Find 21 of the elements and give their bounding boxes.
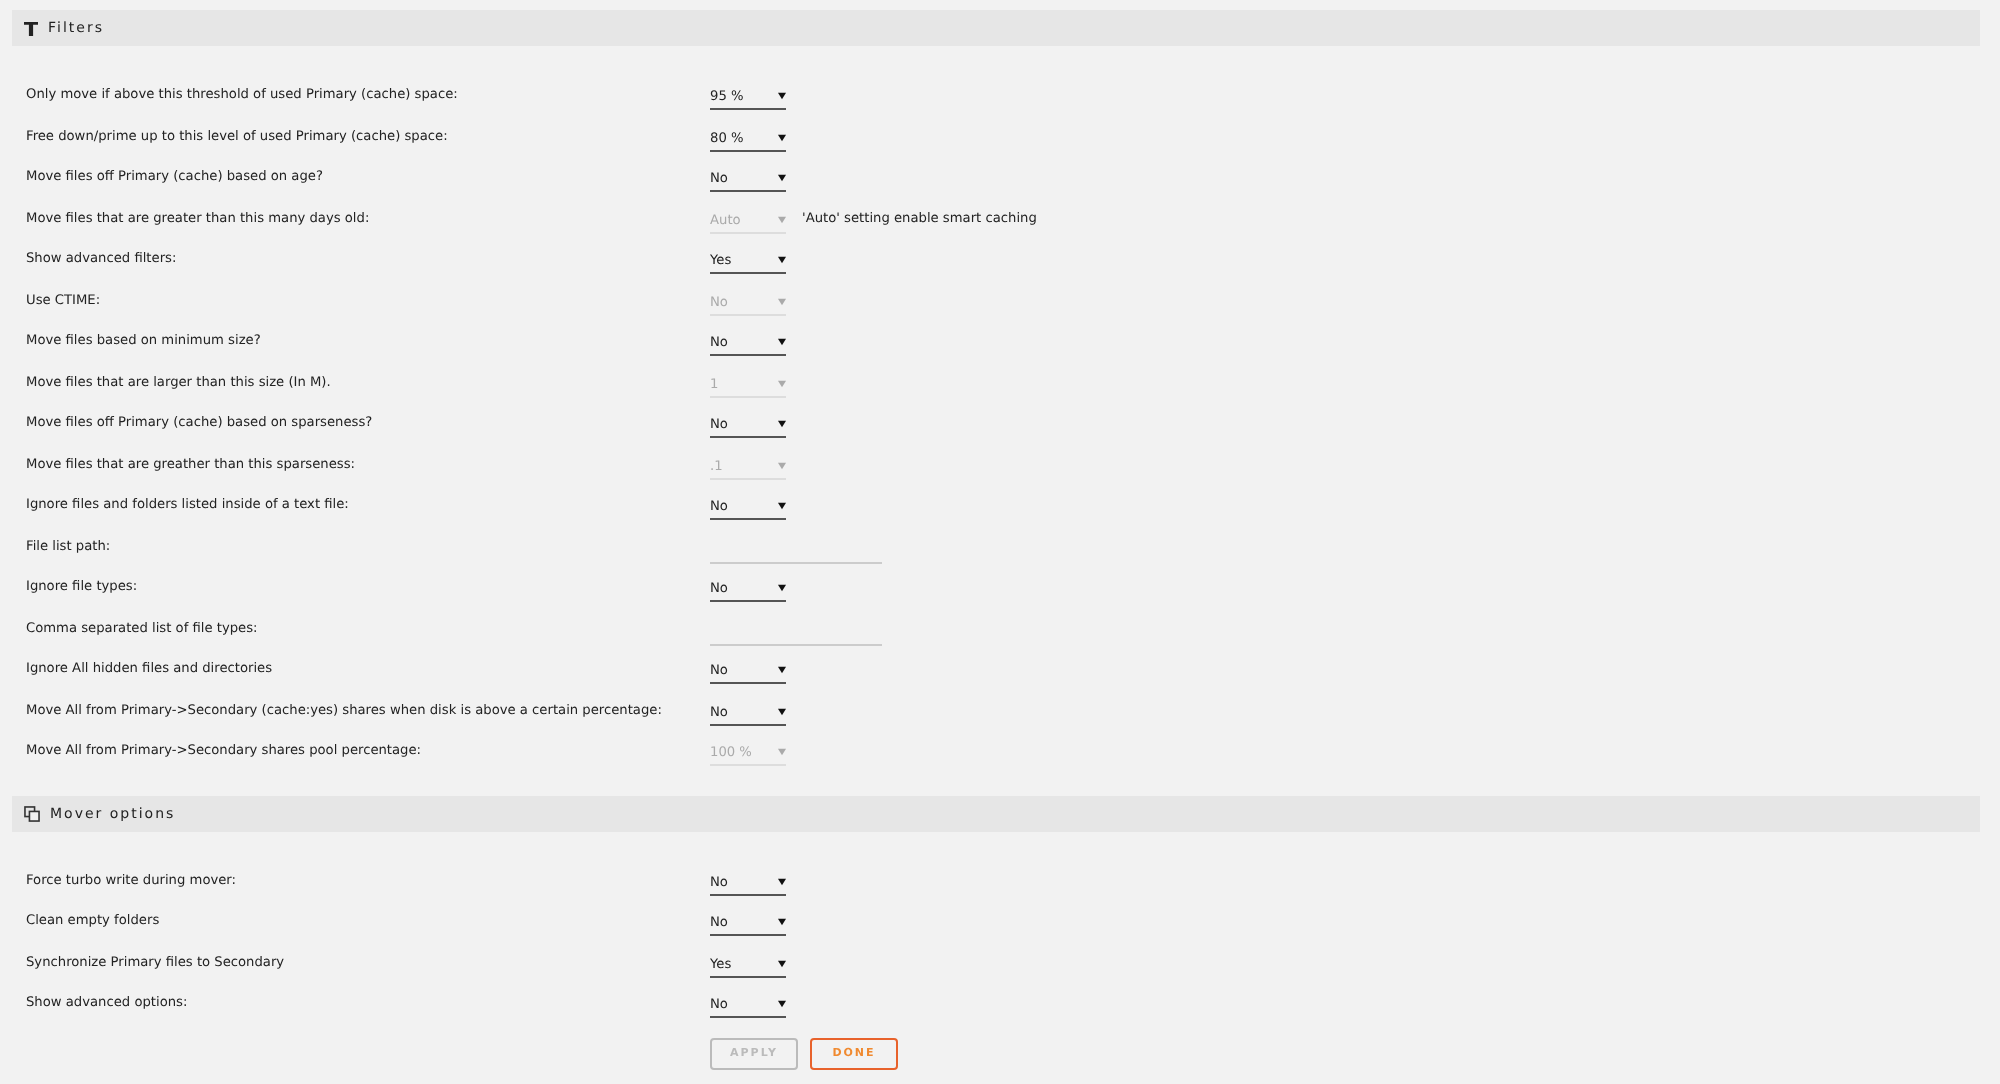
caret-icon bbox=[778, 297, 786, 306]
caret-icon bbox=[778, 379, 786, 388]
caret-icon bbox=[778, 748, 786, 757]
copy-icon bbox=[24, 805, 40, 821]
caret-icon bbox=[778, 92, 786, 101]
caret-icon bbox=[778, 1000, 786, 1009]
caret-icon bbox=[778, 959, 786, 968]
caret-icon bbox=[778, 420, 786, 429]
caret-icon bbox=[778, 215, 786, 224]
caret-icon bbox=[778, 256, 786, 265]
caret-icon bbox=[778, 877, 786, 886]
caret-icon bbox=[778, 707, 786, 716]
caret-icon bbox=[778, 174, 786, 183]
caret-icon bbox=[778, 133, 786, 142]
caret-icon bbox=[778, 666, 786, 675]
caret-icon bbox=[778, 338, 786, 347]
caret-icon bbox=[778, 502, 786, 511]
caret-icon bbox=[778, 584, 786, 593]
filter-icon bbox=[24, 21, 38, 35]
caret-icon bbox=[778, 918, 786, 927]
caret-icon bbox=[778, 461, 786, 470]
